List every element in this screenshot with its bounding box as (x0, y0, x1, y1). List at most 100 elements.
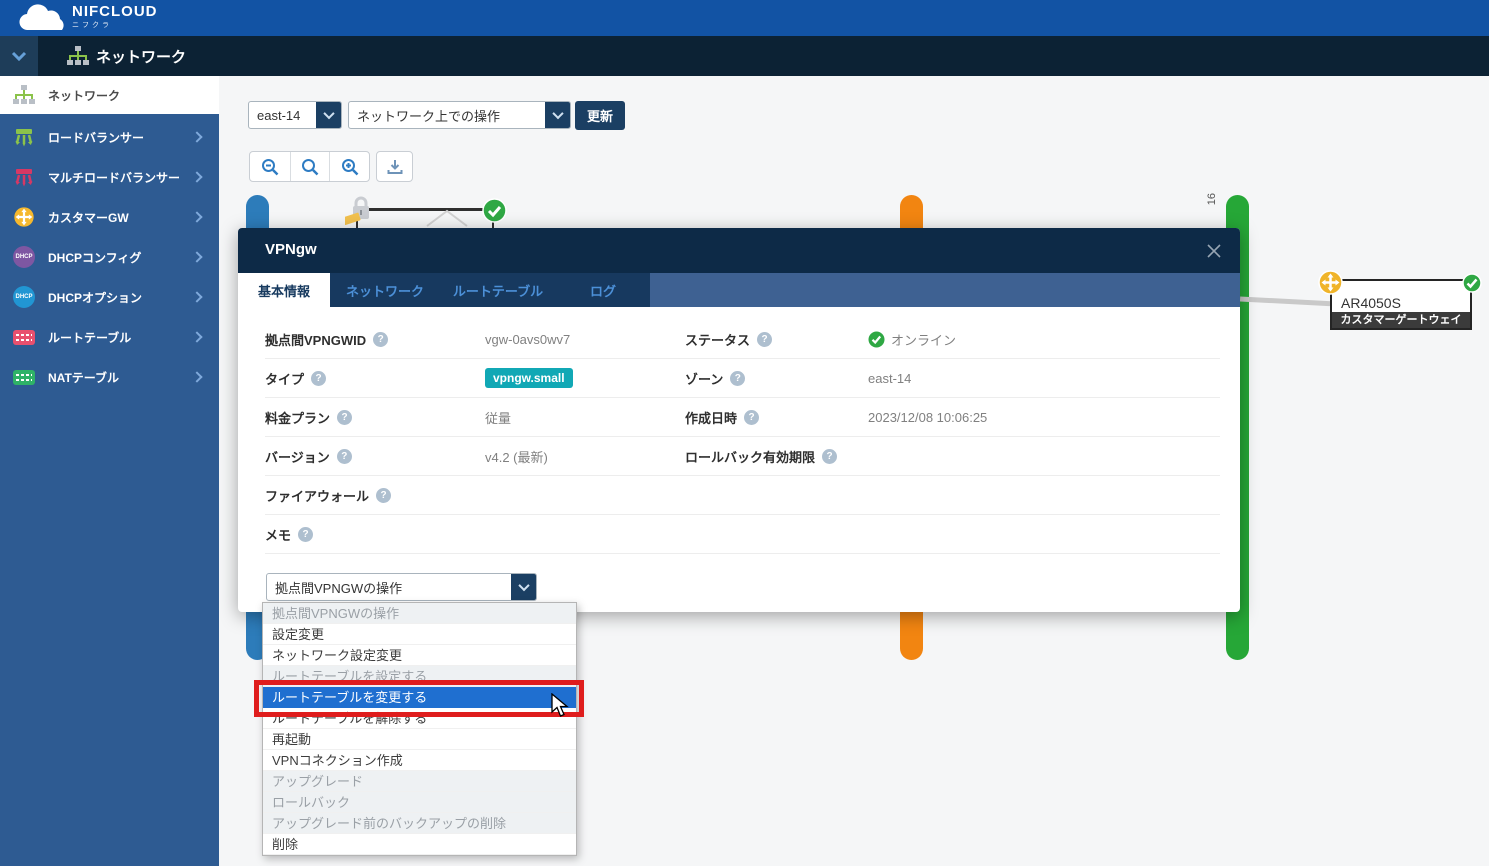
field-row: タイプ vpngw.small ゾーン east-14 (265, 359, 1220, 398)
customer-gateway-node[interactable]: AR4050S カスタマーゲートウェイ (1330, 279, 1472, 330)
chevron-right-icon (191, 291, 202, 302)
close-button[interactable] (1202, 239, 1226, 263)
sidebar-item-network[interactable]: ネットワーク (0, 76, 219, 114)
plan-value: 従量 (485, 408, 685, 427)
node-type-label: カスタマーゲートウェイ (1332, 312, 1470, 328)
field-row: メモ (265, 515, 1220, 554)
sidebar-item-label: カスタマーGW (48, 209, 193, 226)
sidebar-item-label: DHCPオプション (48, 289, 193, 306)
nav-collapse-button[interactable] (0, 36, 38, 76)
sidebar-item-label: ネットワーク (48, 87, 120, 104)
field-row: ファイアウォール (265, 476, 1220, 515)
network-action-select[interactable]: ネットワーク上での操作 (348, 101, 571, 129)
menu-item-change-settings[interactable]: 設定変更 (263, 624, 576, 645)
help-icon[interactable] (757, 332, 772, 347)
sidebar-item-label: マルチロードバランサー (48, 169, 193, 186)
tab-basic-info[interactable]: 基本情報 (238, 273, 330, 307)
dialog-body: 拠点間VPNGWID vgw-0avs0wv7 ステータス オンライン タイプ … (238, 307, 1240, 612)
service-nav-bar: ネットワーク (0, 36, 1489, 76)
vpngw-action-select[interactable]: 拠点間VPNGWの操作 (266, 573, 537, 601)
node-title: AR4050S (1341, 295, 1401, 311)
field-label: バージョン (265, 447, 485, 466)
chevron-right-icon (191, 131, 202, 142)
zoom-out-button[interactable] (250, 152, 290, 181)
help-icon[interactable] (337, 449, 352, 464)
chevron-right-icon (191, 331, 202, 342)
sidebar-item-label: DHCPコンフィグ (48, 249, 193, 266)
rollback-label: ロールバック有効期限 (685, 447, 815, 466)
firewall-label: ファイアウォール (265, 486, 369, 505)
menu-item-delete[interactable]: 削除 (263, 834, 576, 855)
multi-load-balancer-icon (12, 165, 36, 189)
top-header: NIFCLOUD ニフクラ (0, 0, 1489, 36)
network-tree-icon (12, 83, 36, 107)
menu-item-change-route-table[interactable]: ルートテーブルを変更する (263, 687, 576, 708)
download-button[interactable] (376, 151, 413, 182)
field-label: ファイアウォール (265, 486, 391, 505)
menu-item-create-vpn-conn[interactable]: VPNコネクション作成 (263, 750, 576, 771)
zoom-out-icon (261, 158, 279, 176)
sidebar: ネットワーク ロードバランサー マルチロードバランサー カスタマーGW (0, 76, 219, 866)
vpngwid-label: 拠点間VPNGWID (265, 330, 366, 349)
help-icon[interactable] (337, 410, 352, 425)
sidebar-item-multi-load-balancer[interactable]: マルチロードバランサー (0, 157, 219, 197)
zoom-in-button[interactable] (329, 152, 369, 181)
help-icon[interactable] (298, 527, 313, 542)
tab-network[interactable]: ネットワーク (330, 273, 440, 307)
customer-gateway-icon (1318, 270, 1343, 295)
sidebar-item-route-table[interactable]: ルートテーブル (0, 317, 219, 357)
dhcp-config-icon: DHCP (12, 245, 36, 269)
status-label: ステータス (685, 330, 750, 349)
field-label: 料金プラン (265, 408, 485, 427)
chevron-right-icon (191, 251, 202, 262)
refresh-button[interactable]: 更新 (575, 101, 625, 130)
field-label: ロールバック有効期限 (685, 447, 868, 466)
field-row: バージョン v4.2 (最新) ロールバック有効期限 (265, 437, 1220, 476)
ip-label: 16 (1206, 193, 1218, 205)
nat-table-icon (12, 365, 36, 389)
sidebar-item-nat-table[interactable]: NATテーブル (0, 357, 219, 397)
sidebar-item-label: ロードバランサー (48, 129, 193, 146)
load-balancer-icon (12, 125, 36, 149)
field-label: 作成日時 (685, 408, 868, 427)
plan-label: 料金プラン (265, 408, 330, 427)
sidebar-item-dhcp-config[interactable]: DHCP DHCPコンフィグ (0, 237, 219, 277)
tab-route-table[interactable]: ルートテーブル (440, 273, 556, 307)
chevron-down-icon (545, 102, 570, 128)
menu-item-detach-route-table[interactable]: ルートテーブルを解除する (263, 708, 576, 729)
type-badge: vpngw.small (485, 368, 573, 388)
dialog-tabbar: 基本情報 ネットワーク ルートテーブル ログ (238, 273, 1240, 307)
sidebar-item-load-balancer[interactable]: ロードバランサー (0, 117, 219, 157)
chevron-right-icon (191, 211, 202, 222)
menu-item-reboot[interactable]: 再起動 (263, 729, 576, 750)
route-table-icon (12, 325, 36, 349)
vpngwid-value: vgw-0avs0wv7 (485, 332, 685, 347)
type-label: タイプ (265, 369, 304, 388)
dialog-title: VPNgw (265, 241, 317, 258)
help-icon[interactable] (376, 488, 391, 503)
help-icon[interactable] (373, 332, 388, 347)
chevron-down-icon (11, 51, 27, 61)
help-icon[interactable] (822, 449, 837, 464)
dialog-header: VPNgw (238, 228, 1240, 273)
help-icon[interactable] (311, 371, 326, 386)
field-label: ゾーン (685, 369, 868, 388)
zoom-toolbar (249, 151, 370, 182)
field-label: 拠点間VPNGWID (265, 330, 485, 349)
version-value: v4.2 (最新) (485, 447, 685, 466)
menu-item-network-settings[interactable]: ネットワーク設定変更 (263, 645, 576, 666)
sidebar-item-customer-gw[interactable]: カスタマーGW (0, 197, 219, 237)
help-icon[interactable] (730, 371, 745, 386)
expand-caret-icon (424, 208, 470, 228)
brand[interactable]: NIFCLOUD ニフクラ (72, 4, 158, 30)
menu-item-upgrade: アップグレード (263, 771, 576, 792)
version-label: バージョン (265, 447, 330, 466)
zone-select[interactable]: east-14 (248, 101, 342, 129)
menu-item-delete-backup: アップグレード前のバックアップの削除 (263, 813, 576, 834)
zoom-in-icon (341, 158, 359, 176)
sidebar-item-dhcp-option[interactable]: DHCP DHCPオプション (0, 277, 219, 317)
help-icon[interactable] (744, 410, 759, 425)
type-value-wrap: vpngw.small (485, 368, 685, 388)
zoom-reset-button[interactable] (290, 152, 330, 181)
tab-log[interactable]: ログ (556, 273, 650, 307)
